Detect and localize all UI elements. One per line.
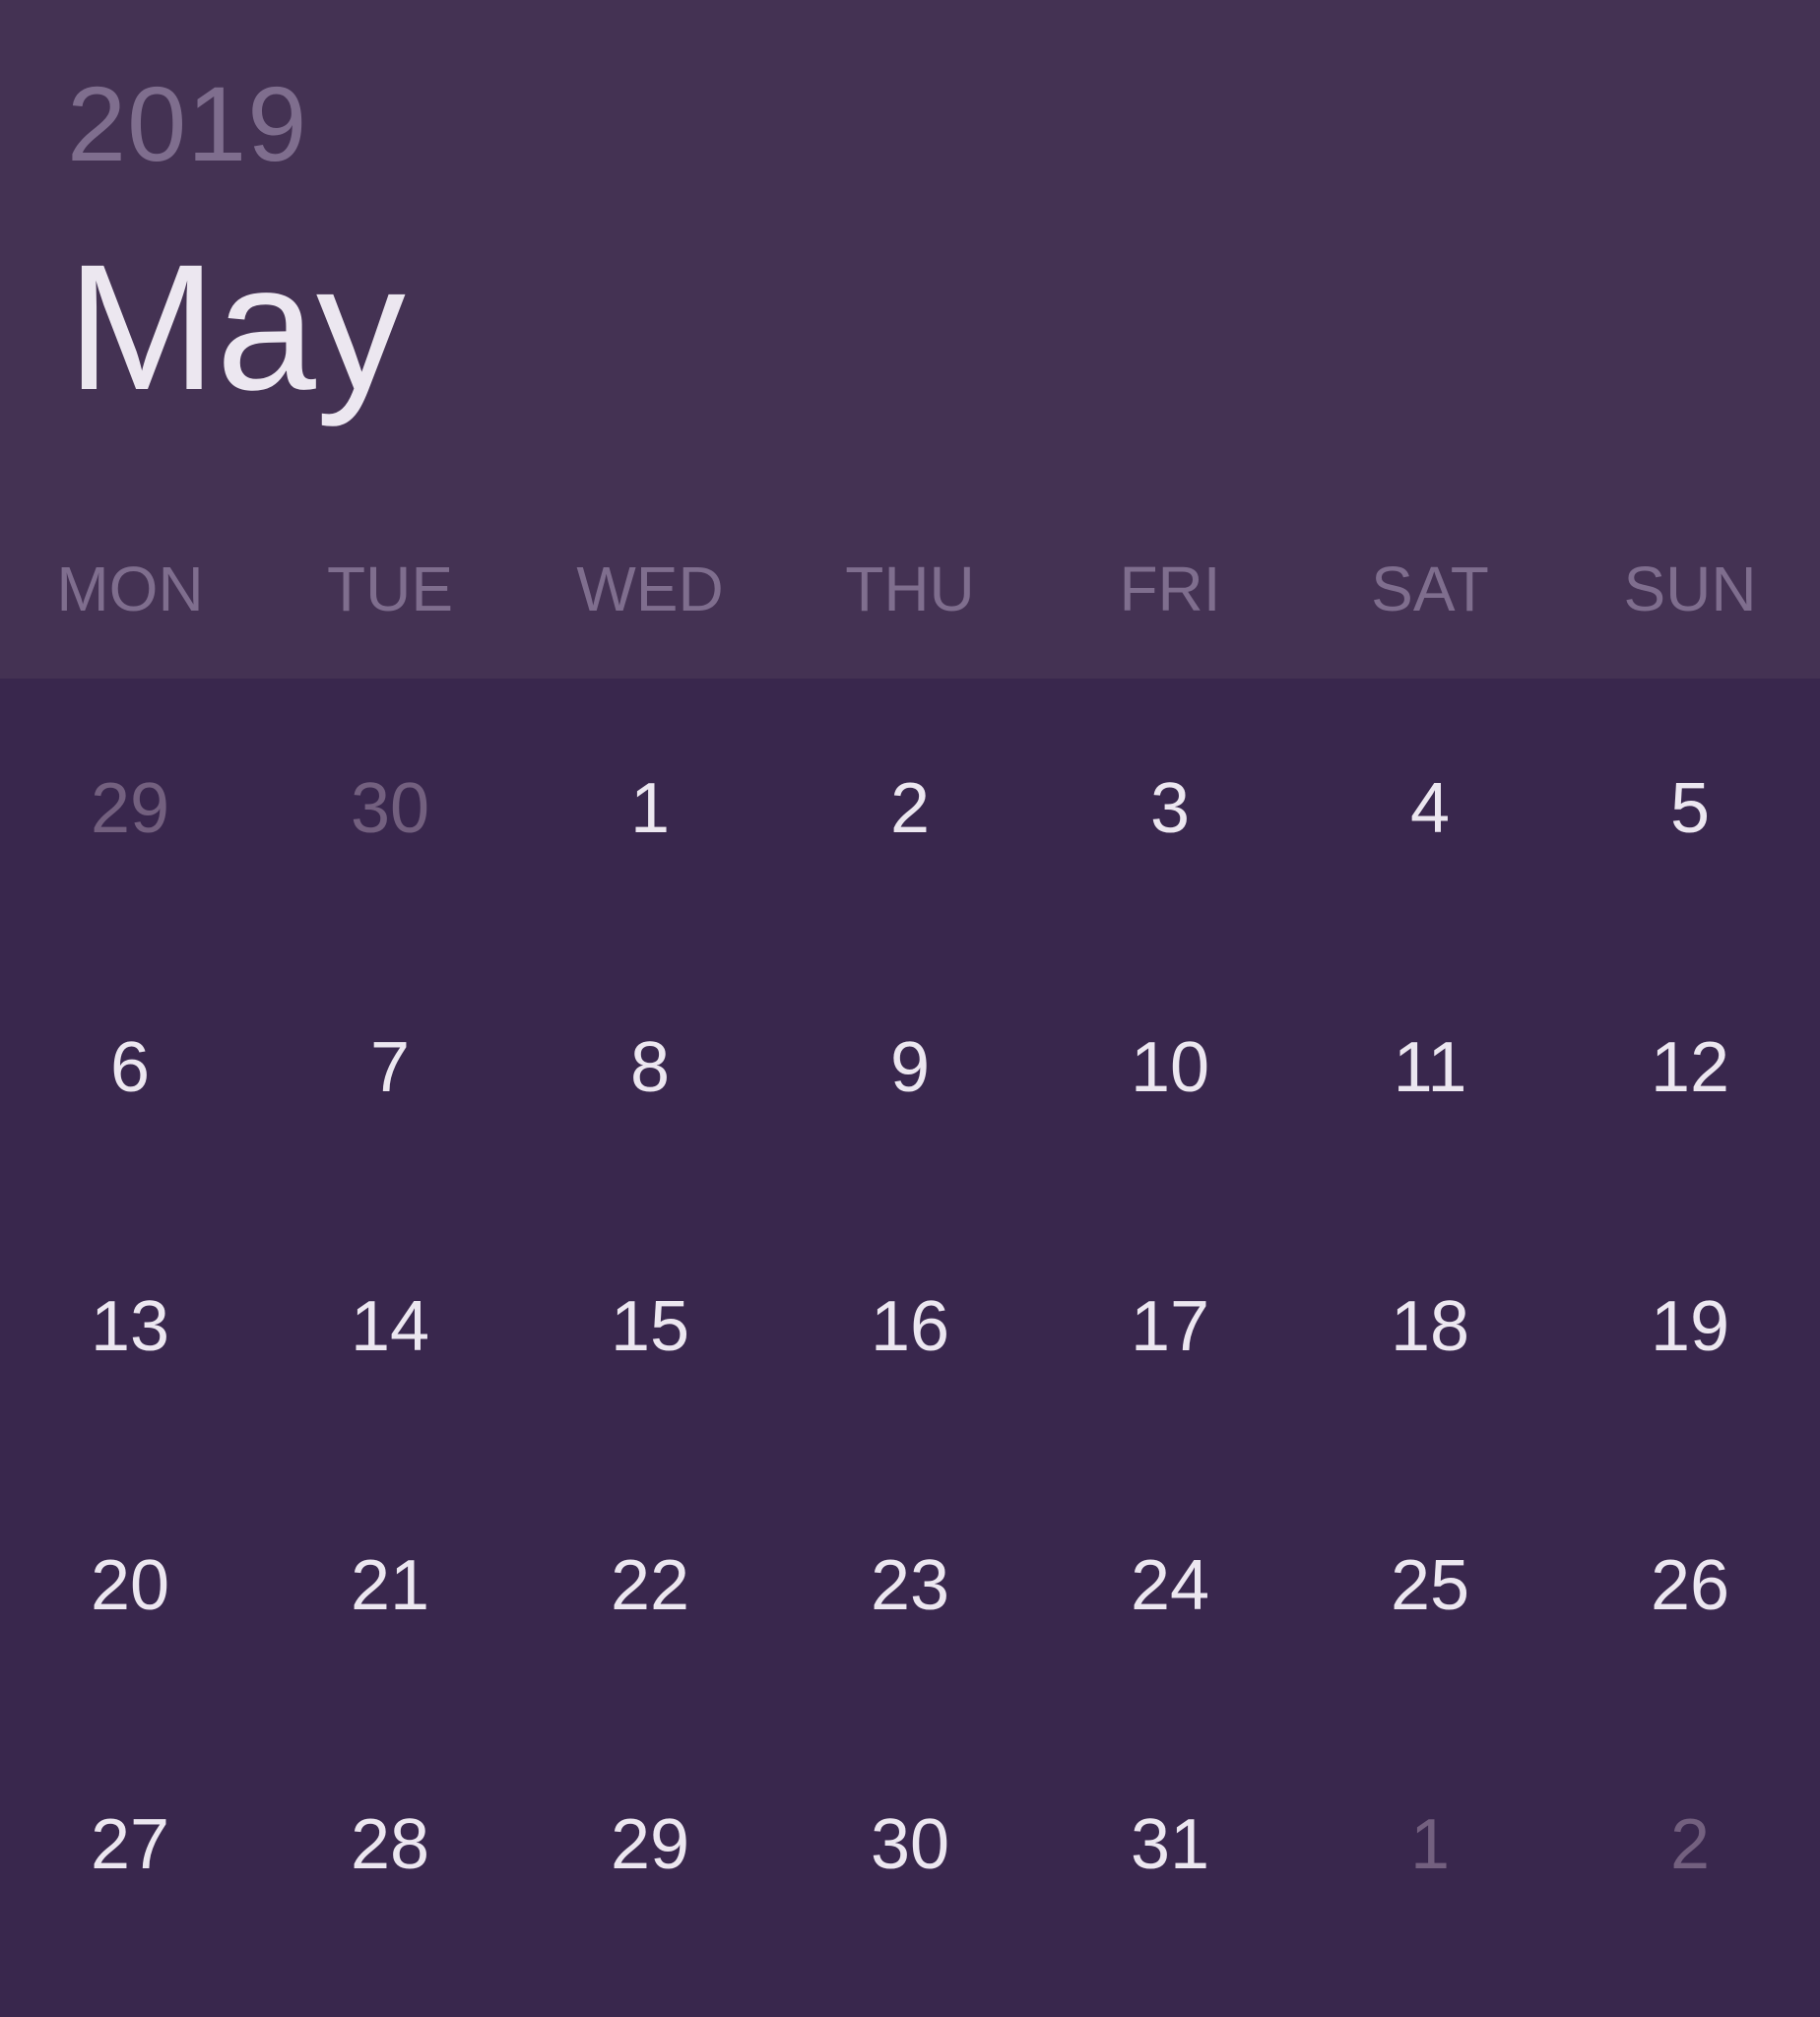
day-cell-outside-month[interactable]: 29 [0, 679, 260, 938]
day-cell[interactable]: 6 [0, 938, 260, 1197]
day-cell[interactable]: 4 [1300, 679, 1560, 938]
day-cell[interactable]: 10 [1040, 938, 1300, 1197]
calendar: 2019 May MON TUE WED THU FRI SAT SUN 29 3… [0, 0, 1820, 2017]
day-cell[interactable]: 18 [1300, 1197, 1560, 1456]
day-cell[interactable]: 28 [260, 1715, 520, 1974]
day-cell[interactable]: 12 [1560, 938, 1820, 1197]
day-cell[interactable]: 26 [1560, 1456, 1820, 1715]
weekday-row: MON TUE WED THU FRI SAT SUN [0, 550, 1820, 628]
day-cell[interactable]: 23 [780, 1456, 1040, 1715]
day-cell[interactable]: 2 [780, 679, 1040, 938]
day-cell-outside-month[interactable]: 2 [1560, 1715, 1820, 1974]
day-cell[interactable]: 16 [780, 1197, 1040, 1456]
day-cell-outside-month[interactable]: 1 [1300, 1715, 1560, 1974]
day-cell[interactable]: 8 [520, 938, 780, 1197]
day-cell[interactable]: 11 [1300, 938, 1560, 1197]
day-cell[interactable]: 27 [0, 1715, 260, 1974]
day-cell[interactable]: 14 [260, 1197, 520, 1456]
day-cell[interactable]: 17 [1040, 1197, 1300, 1456]
weekday-sun: SUN [1623, 553, 1757, 624]
day-cell[interactable]: 24 [1040, 1456, 1300, 1715]
weekday-tue: TUE [327, 553, 453, 624]
day-cell[interactable]: 9 [780, 938, 1040, 1197]
day-cell[interactable]: 25 [1300, 1456, 1560, 1715]
weekday-sat: SAT [1371, 553, 1489, 624]
weekday-mon: MON [56, 553, 204, 624]
day-cell[interactable]: 19 [1560, 1197, 1820, 1456]
day-cell[interactable]: 5 [1560, 679, 1820, 938]
day-cell[interactable]: 20 [0, 1456, 260, 1715]
calendar-header: 2019 May MON TUE WED THU FRI SAT SUN [0, 0, 1820, 679]
day-cell[interactable]: 30 [780, 1715, 1040, 1974]
day-cell[interactable]: 7 [260, 938, 520, 1197]
day-cell[interactable]: 3 [1040, 679, 1300, 938]
day-cell[interactable]: 15 [520, 1197, 780, 1456]
weekday-wed: WED [576, 553, 724, 624]
day-cell[interactable]: 1 [520, 679, 780, 938]
day-cell[interactable]: 22 [520, 1456, 780, 1715]
day-cell[interactable]: 29 [520, 1715, 780, 1974]
weekday-fri: FRI [1119, 553, 1221, 624]
day-cell[interactable]: 31 [1040, 1715, 1300, 1974]
day-cell[interactable]: 21 [260, 1456, 520, 1715]
month-title[interactable]: May [67, 228, 406, 425]
day-cell-outside-month[interactable]: 30 [260, 679, 520, 938]
day-cell[interactable]: 13 [0, 1197, 260, 1456]
weekday-thu: THU [845, 553, 975, 624]
year-label[interactable]: 2019 [67, 63, 307, 185]
day-grid: 29 30 1 2 3 4 5 6 7 8 9 10 11 12 13 14 15 16 17 18 19 20 21 22 2… [0, 679, 1820, 2017]
